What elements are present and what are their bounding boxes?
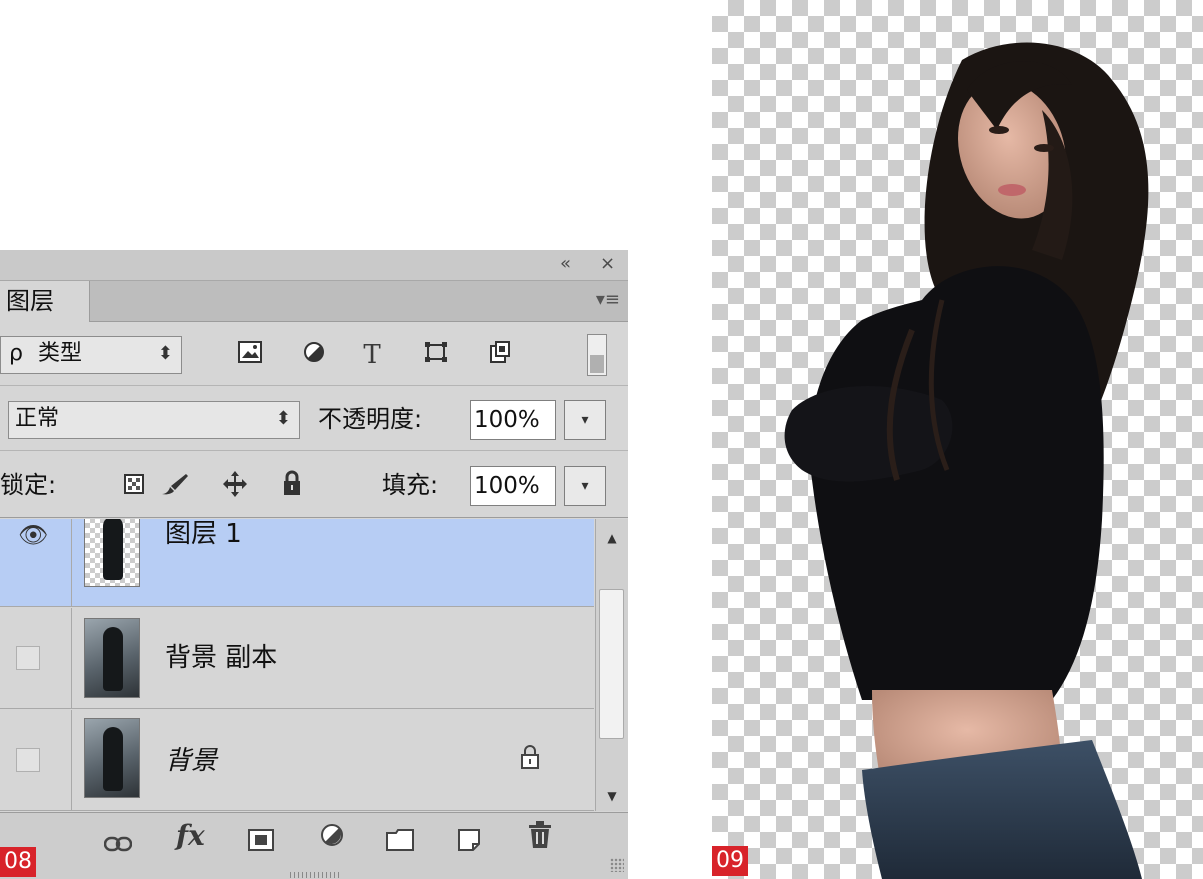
updown-arrows-icon: ⬍: [157, 343, 173, 364]
visibility-checkbox[interactable]: [16, 748, 40, 772]
lock-position-icon[interactable]: [222, 470, 248, 502]
group-folder-icon[interactable]: [386, 825, 414, 858]
shape-filter-icon[interactable]: [420, 340, 452, 370]
fill-input[interactable]: 100%: [470, 466, 556, 506]
image-filter-icon[interactable]: [234, 340, 266, 370]
visibility-cell[interactable]: [0, 608, 72, 708]
close-icon[interactable]: ×: [600, 253, 615, 274]
eye-icon[interactable]: 👁: [18, 521, 48, 549]
transparent-canvas: 09: [712, 0, 1203, 879]
corner-resize-handle[interactable]: [610, 858, 624, 872]
layer-name[interactable]: 背景: [165, 746, 217, 776]
mask-icon[interactable]: [248, 825, 274, 858]
link-layers-icon[interactable]: [103, 827, 133, 860]
panel-titlebar: « ×: [0, 250, 628, 281]
new-layer-icon[interactable]: [458, 825, 480, 858]
opacity-input[interactable]: 100%: [470, 400, 556, 440]
layers-panel: « × 图层 ▾≡ ρ 类型 ⬍ T 正常 ⬍ 不透明度: 100% ▾ 锁定:…: [0, 250, 628, 879]
visibility-cell[interactable]: [0, 710, 72, 810]
filter-row: ρ 类型 ⬍ T: [0, 322, 628, 386]
resize-grip[interactable]: [290, 872, 340, 878]
layer-name[interactable]: 背景 副本: [165, 643, 277, 673]
step-number-badge: 09: [712, 846, 748, 876]
lock-pixels-icon[interactable]: [160, 472, 190, 500]
step-number-badge: 08: [0, 847, 36, 877]
blend-mode-value: 正常: [15, 406, 60, 431]
smart-object-filter-icon[interactable]: [484, 340, 516, 370]
layer-row-background-copy[interactable]: 背景 副本: [0, 608, 594, 709]
layer-thumbnail: [84, 618, 140, 698]
panel-menu-icon[interactable]: ▾≡: [596, 289, 620, 310]
opacity-dropdown-button[interactable]: ▾: [564, 400, 606, 440]
visibility-checkbox[interactable]: [16, 646, 40, 670]
opacity-label: 不透明度:: [318, 405, 423, 433]
filter-kind-label: 类型: [38, 341, 83, 366]
layer-thumbnail: [84, 519, 140, 587]
blend-mode-select[interactable]: 正常 ⬍: [8, 401, 300, 439]
panel-tab-row: 图层 ▾≡: [0, 281, 628, 322]
layer-name[interactable]: 图层 1: [165, 519, 242, 549]
layer-list: 👁 图层 1 背景 副本 背景: [0, 519, 594, 811]
panel-bottom-toolbar: fx: [0, 812, 628, 879]
padlock-icon: [520, 744, 540, 776]
trash-icon[interactable]: [528, 821, 552, 856]
layer-thumbnail: [84, 718, 140, 798]
fill-label: 填充:: [382, 471, 439, 499]
lock-transparency-icon[interactable]: [124, 474, 144, 498]
layer-row-layer1[interactable]: 👁 图层 1: [0, 519, 594, 607]
scrollbar-thumb[interactable]: [599, 589, 624, 739]
fill-dropdown-button[interactable]: ▾: [564, 466, 606, 506]
search-icon: ρ: [9, 341, 23, 366]
scroll-up-arrow-icon[interactable]: ▲: [596, 531, 628, 545]
layer-row-background[interactable]: 背景: [0, 710, 594, 811]
filter-kind-select[interactable]: ρ 类型 ⬍: [0, 336, 182, 374]
scroll-down-arrow-icon[interactable]: ▼: [596, 789, 628, 803]
updown-arrows-icon: ⬍: [275, 408, 291, 429]
blend-row: 正常 ⬍ 不透明度: 100% ▾: [0, 387, 628, 451]
filter-toggle[interactable]: [587, 334, 607, 376]
double-chevron-icon[interactable]: «: [560, 253, 571, 274]
adjustment-layer-icon[interactable]: [320, 823, 346, 856]
cutout-portrait: [784, 42, 1149, 879]
layer-scrollbar[interactable]: ▲ ▼: [595, 519, 628, 811]
fx-icon[interactable]: fx: [176, 819, 205, 852]
lock-all-icon[interactable]: [282, 470, 302, 500]
lock-label: 锁定:: [0, 471, 57, 499]
visibility-cell[interactable]: 👁: [0, 519, 72, 606]
tab-layers[interactable]: 图层: [0, 281, 90, 322]
lock-row: 锁定: 填充: 100% ▾: [0, 452, 628, 518]
adjustment-filter-icon[interactable]: [298, 340, 330, 370]
type-filter-icon[interactable]: T: [356, 340, 388, 370]
